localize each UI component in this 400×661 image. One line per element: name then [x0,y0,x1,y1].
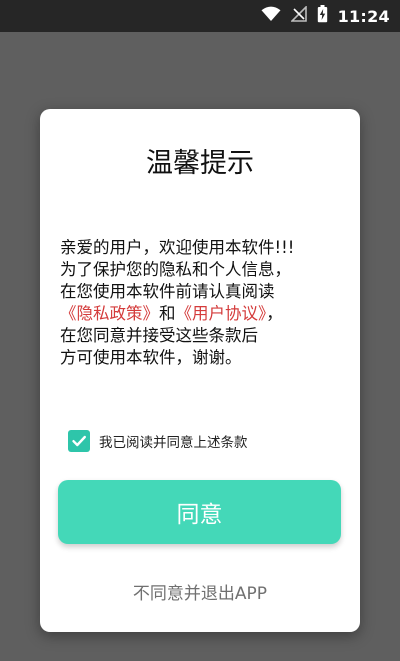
battery-charging-icon [317,5,328,27]
consent-row[interactable]: 我已阅读并同意上述条款 [68,429,248,453]
signal-muted-icon [289,5,307,26]
message-line-links: 《隐私政策》和《用户协议》， [60,303,354,325]
message-line: 在您使用本软件前请认真阅读 [60,282,275,301]
message-line: 在您同意并接受这些条款后 [60,326,258,345]
privacy-dialog: 温馨提示 亲爱的用户，欢迎使用本软件!!! 为了保护您的隐私和个人信息， 在您使… [40,109,360,632]
privacy-policy-link[interactable]: 《隐私政策》 [60,304,159,323]
message-line: 亲爱的用户，欢迎使用本软件!!! [60,238,295,257]
status-bar: 11:24 [0,0,400,32]
dialog-title: 温馨提示 [146,148,254,179]
and-text: 和 [159,304,176,323]
status-time: 11:24 [337,6,390,26]
consent-checkbox[interactable] [68,430,90,452]
checkmark-icon [72,435,86,447]
consent-label: 我已阅读并同意上述条款 [99,435,248,451]
punctuation: ， [266,304,283,323]
disagree-exit-link[interactable]: 不同意并退出APP [40,579,360,604]
status-icons: 11:24 [261,0,390,32]
agree-button[interactable]: 同意 [58,480,341,544]
message-line: 为了保护您的隐私和个人信息， [60,260,291,279]
dialog-message: 亲爱的用户，欢迎使用本软件!!! 为了保护您的隐私和个人信息， 在您使用本软件前… [60,237,354,369]
message-line: 方可使用本软件，谢谢。 [60,348,242,367]
user-agreement-link[interactable]: 《用户协议》 [176,304,267,323]
wifi-icon [261,6,281,26]
